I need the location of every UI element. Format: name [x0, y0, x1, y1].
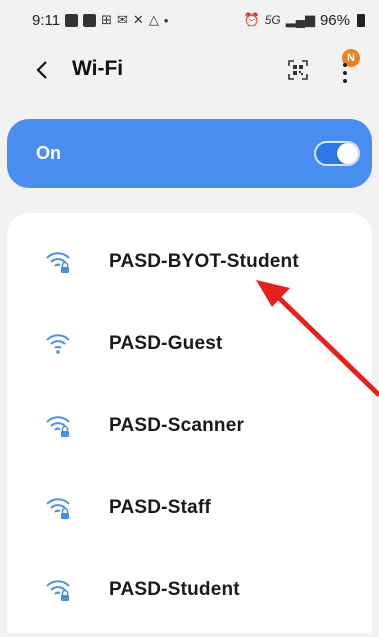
- more-options-button[interactable]: N: [332, 49, 360, 87]
- more-vertical-icon: [343, 63, 347, 87]
- wifi-toggle-label: On: [36, 143, 61, 163]
- wifi-toggle-card[interactable]: On: [7, 119, 372, 188]
- network-item-pasd-scanner[interactable]: PASD-Scanner: [7, 393, 372, 473]
- wifi-locked-icon: [46, 580, 70, 601]
- wifi-locked-icon: [46, 252, 70, 273]
- network-item-pasd-student[interactable]: PASD-Student: [7, 557, 372, 637]
- status-right: ⏰ 5G ▂▄▆ 96%: [244, 12, 365, 29]
- notification-icon: [83, 13, 97, 27]
- network-name: PASD-Student: [109, 579, 240, 600]
- media-icon: ⊞: [101, 12, 112, 27]
- network-item-pasd-guest[interactable]: PASD-Guest: [7, 311, 372, 391]
- network-item-pasd-staff[interactable]: PASD-Staff: [7, 475, 372, 555]
- back-button[interactable]: [28, 56, 56, 84]
- wifi-locked-icon: [46, 416, 70, 437]
- network-name: PASD-Guest: [109, 333, 223, 354]
- cloud-icon: △: [148, 12, 159, 27]
- network-item-pasd-byot-student[interactable]: PASD-BYOT-Student: [7, 229, 372, 309]
- status-time: 9:11: [32, 11, 61, 29]
- page-title: Wi-Fi: [72, 57, 124, 80]
- wifi-locked-icon: [46, 498, 70, 519]
- qr-scan-button[interactable]: [287, 59, 309, 81]
- network-name: PASD-Staff: [109, 497, 211, 518]
- battery-percent: 96%: [319, 11, 350, 29]
- network-list: PASD-BYOT-Student PASD-Guest PASD-Scanne…: [7, 213, 372, 633]
- wifi-switch[interactable]: [314, 141, 360, 166]
- qr-scan-icon: [288, 60, 308, 80]
- battery-icon: [357, 13, 365, 27]
- network-name: PASD-BYOT-Student: [109, 251, 299, 272]
- chevron-left-icon: [36, 61, 47, 79]
- status-bar: 9:11 ⊞ ✉ ✕ △ • ⏰ 5G ▂▄▆ 96%: [0, 0, 379, 40]
- network-name: PASD-Scanner: [109, 415, 245, 436]
- message-icon: ✉: [117, 12, 128, 27]
- notification-icon: [65, 13, 79, 27]
- signal-icon: ▂▄▆: [285, 12, 315, 27]
- status-left: 9:11 ⊞ ✉ ✕ △ •: [32, 12, 168, 29]
- app-header: Wi-Fi N: [0, 48, 379, 96]
- more-notifications-icon: •: [163, 12, 169, 28]
- wifi-icon: [46, 334, 70, 354]
- missed-call-icon: ✕: [132, 12, 144, 27]
- network-type: 5G: [264, 13, 281, 27]
- switch-knob: [337, 143, 358, 164]
- alarm-icon: ⏰: [243, 12, 260, 27]
